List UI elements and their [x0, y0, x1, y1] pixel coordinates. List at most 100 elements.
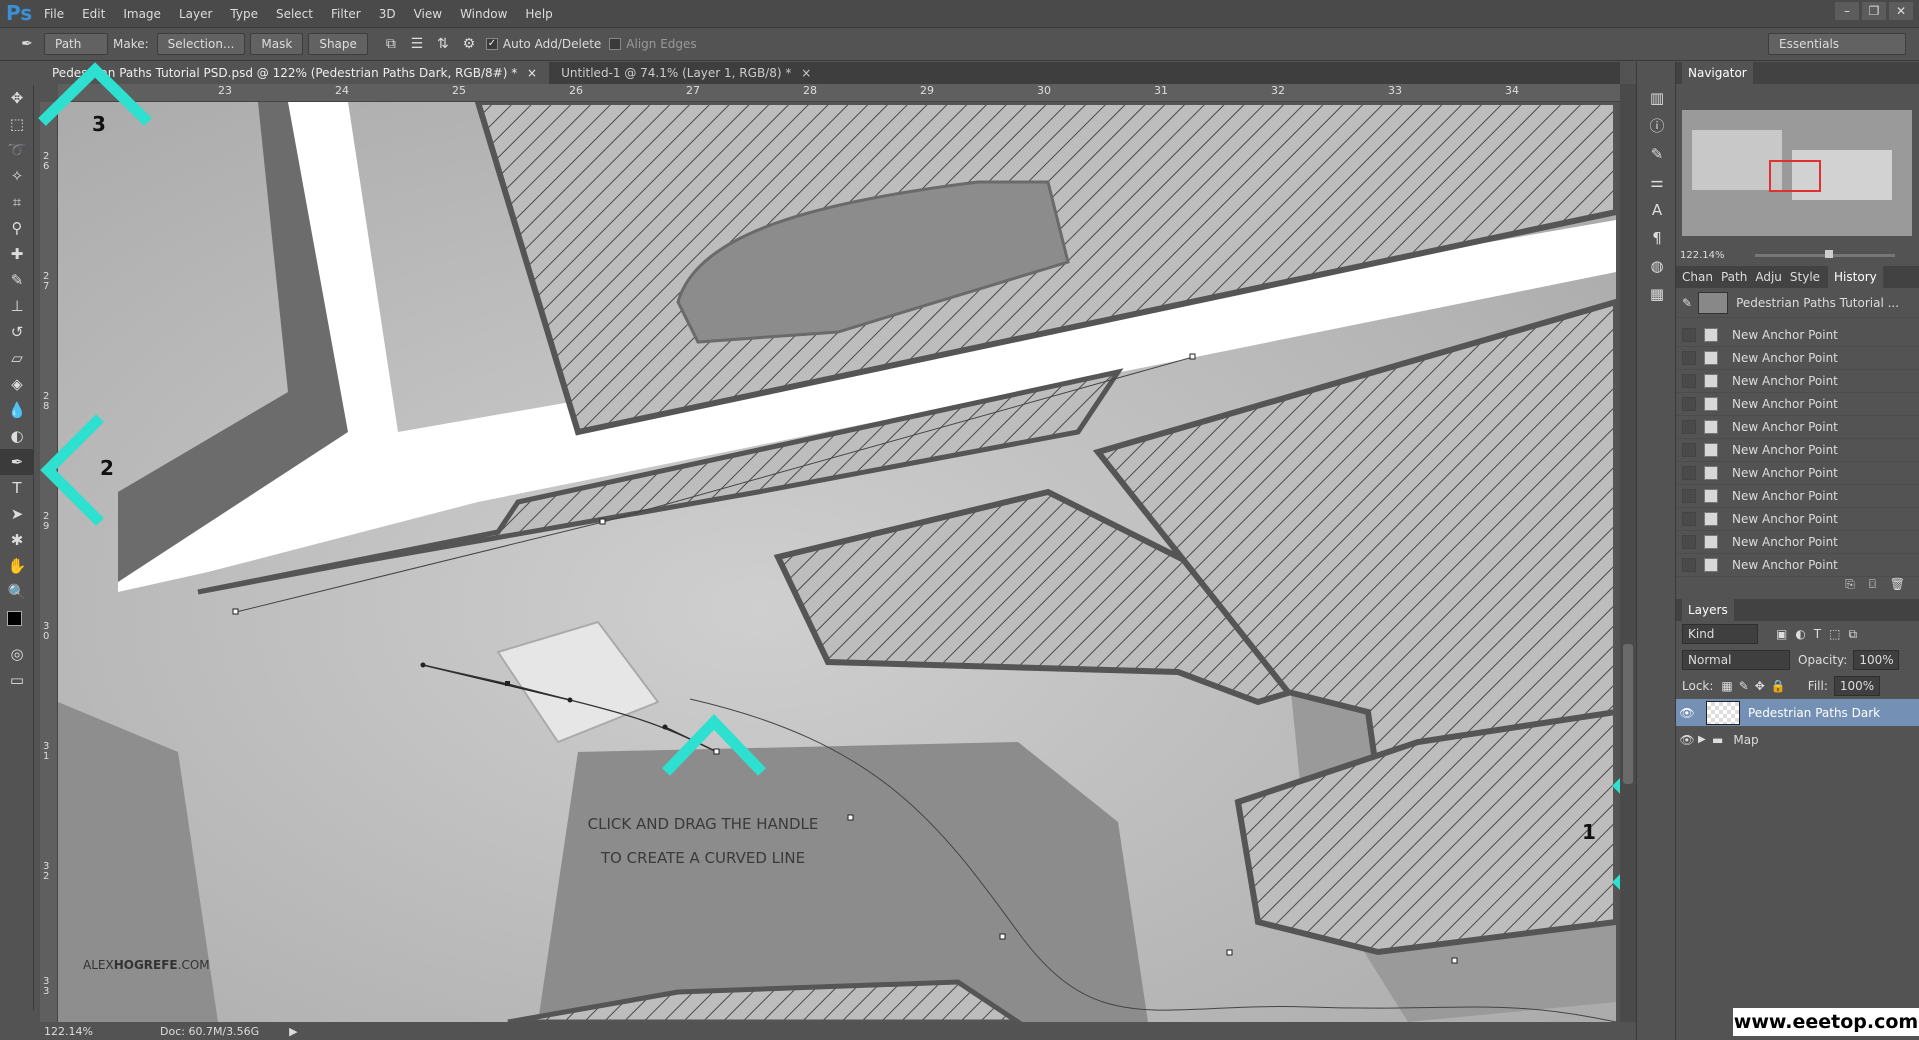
history-source-box[interactable]	[1682, 558, 1696, 572]
expand-arrow-icon[interactable]: ▶	[1698, 734, 1712, 745]
close-button[interactable]: ✕	[1889, 2, 1913, 20]
menu-file[interactable]: File	[44, 0, 64, 28]
foreground-color-swatch[interactable]	[7, 611, 22, 626]
magic-wand-tool-icon[interactable]: ✧	[0, 163, 34, 189]
history-item[interactable]: New Anchor Point	[1676, 416, 1919, 439]
tab-close-icon[interactable]: ×	[801, 66, 811, 80]
eye-icon[interactable]: 👁	[1676, 733, 1698, 747]
scrollbar-thumb[interactable]	[1623, 644, 1633, 784]
eye-icon[interactable]: 👁	[1676, 706, 1698, 720]
navigator-view-box[interactable]	[1769, 160, 1821, 192]
pen-tool-preset-icon[interactable]: ✒	[18, 35, 36, 53]
zoom-tool-icon[interactable]: 🔍	[0, 579, 34, 605]
history-item[interactable]: New Anchor Point	[1676, 485, 1919, 508]
history-source-box[interactable]	[1682, 397, 1696, 411]
move-tool-icon[interactable]: ✥	[0, 85, 34, 111]
status-menu-arrow-icon[interactable]: ▶	[289, 1025, 297, 1038]
history-item[interactable]: New Anchor Point	[1676, 324, 1919, 347]
menu-3d[interactable]: 3D	[379, 0, 396, 28]
anchor-point[interactable]	[505, 681, 510, 686]
layer-row-selected[interactable]: 👁 Pedestrian Paths Dark	[1676, 699, 1919, 726]
clone-stamp-tool-icon[interactable]: ⊥	[0, 293, 34, 319]
layers-title[interactable]: Layers	[1682, 599, 1734, 621]
menu-window[interactable]: Window	[460, 0, 507, 28]
anchor-point[interactable]	[232, 608, 239, 615]
lasso-tool-icon[interactable]: ➰	[0, 137, 34, 163]
history-source-box[interactable]	[1682, 374, 1696, 388]
swatches-icon[interactable]: ◍	[1637, 252, 1677, 280]
navigator-zoom-slider[interactable]	[1754, 249, 1895, 258]
character-panel-icon[interactable]: A	[1637, 196, 1677, 224]
tool-mode-select[interactable]: Path	[44, 33, 108, 55]
vertical-scrollbar[interactable]	[1620, 84, 1636, 1022]
healing-brush-tool-icon[interactable]: ✚	[0, 241, 34, 267]
history-item[interactable]: New Anchor Point	[1676, 531, 1919, 554]
document-canvas[interactable]: CLICK AND DRAG THE HANDLE TO CREATE A CU…	[58, 102, 1616, 1022]
path-operations-icon[interactable]: ⧉	[382, 35, 400, 53]
anchor-point[interactable]	[1189, 353, 1196, 360]
restore-button[interactable]: ❐	[1862, 2, 1886, 20]
quick-mask-icon[interactable]: ◎	[0, 641, 34, 667]
make-shape-button[interactable]: Shape	[308, 33, 368, 55]
anchor-point[interactable]	[847, 814, 854, 821]
layer-filter-icons[interactable]: ▣◐T⬚⧉	[1776, 627, 1865, 642]
anchor-point[interactable]	[1226, 949, 1233, 956]
layer-kind-filter[interactable]: Kind	[1682, 624, 1758, 644]
history-source-box[interactable]	[1682, 489, 1696, 503]
tab-pedestrian-paths[interactable]: Pedestrian Paths Tutorial PSD.psd @ 122%…	[40, 62, 550, 84]
handle-endpoint[interactable]	[662, 724, 668, 730]
crop-tool-icon[interactable]: ⌗	[0, 189, 34, 215]
layer-row[interactable]: 👁 ▶ ▬ Map	[1676, 726, 1919, 753]
anchor-point[interactable]	[999, 933, 1006, 940]
history-source-box[interactable]	[1682, 512, 1696, 526]
align-edges-checkbox[interactable]	[609, 38, 622, 50]
menu-filter[interactable]: Filter	[331, 0, 361, 28]
history-source-box[interactable]	[1682, 443, 1696, 457]
gear-icon[interactable]: ⚙	[460, 35, 478, 53]
paragraph-panel-icon[interactable]: ¶	[1637, 224, 1677, 252]
history-source-box[interactable]	[1682, 351, 1696, 365]
history-item[interactable]: New Anchor Point	[1676, 462, 1919, 485]
info-icon[interactable]: ⓘ	[1637, 112, 1677, 140]
history-source-box[interactable]	[1682, 466, 1696, 480]
hand-tool-icon[interactable]: ✋	[0, 553, 34, 579]
history-item[interactable]: New Anchor Point	[1676, 393, 1919, 416]
history-item[interactable]: New Anchor Point	[1676, 508, 1919, 531]
tab-adjustments[interactable]: Adju	[1755, 266, 1782, 288]
screen-mode-icon[interactable]: ▭	[0, 667, 34, 693]
tab-channels[interactable]: Chan	[1682, 266, 1713, 288]
type-tool-icon[interactable]: T	[0, 475, 34, 501]
color-swatches[interactable]	[0, 605, 34, 641]
make-mask-button[interactable]: Mask	[250, 33, 304, 55]
tab-close-icon[interactable]: ×	[527, 66, 537, 80]
history-item[interactable]: New Anchor Point	[1676, 554, 1919, 577]
history-brush-tool-icon[interactable]: ↺	[0, 319, 34, 345]
blend-mode-select[interactable]: Normal	[1682, 650, 1790, 670]
anchor-point[interactable]	[1451, 957, 1458, 964]
history-item[interactable]: New Anchor Point	[1676, 439, 1919, 462]
menu-select[interactable]: Select	[276, 0, 313, 28]
menu-type[interactable]: Type	[230, 0, 258, 28]
minimize-button[interactable]: –	[1835, 2, 1859, 20]
blur-tool-icon[interactable]: 💧	[0, 397, 34, 423]
history-item[interactable]: New Anchor Point	[1676, 370, 1919, 393]
path-selection-tool-icon[interactable]: ➤	[0, 501, 34, 527]
menu-image[interactable]: Image	[123, 0, 161, 28]
eraser-tool-icon[interactable]: ▱	[0, 345, 34, 371]
menu-edit[interactable]: Edit	[82, 0, 105, 28]
brush-presets-icon[interactable]: ⚌	[1637, 168, 1677, 196]
brush-tool-icon[interactable]: ✎	[0, 267, 34, 293]
handle-endpoint[interactable]	[567, 697, 573, 703]
histogram-icon[interactable]: ▥	[1637, 84, 1677, 112]
trash-icon[interactable]: 🗑	[1890, 577, 1905, 591]
navigator-thumbnail[interactable]	[1682, 110, 1912, 236]
tab-untitled-1[interactable]: Untitled-1 @ 74.1% (Layer 1, RGB/8) * ×	[549, 62, 823, 84]
history-source-box[interactable]	[1682, 420, 1696, 434]
slider-knob[interactable]	[1824, 249, 1833, 258]
path-arrangement-icon[interactable]: ⇅	[434, 35, 452, 53]
zoom-readout[interactable]: 122.14%	[44, 1025, 100, 1038]
tab-history[interactable]: History	[1828, 266, 1883, 288]
anchor-point[interactable]	[713, 748, 720, 755]
brush-panel-icon[interactable]: ✎	[1637, 140, 1677, 168]
auto-add-delete-checkbox[interactable]: ✓	[485, 38, 498, 50]
